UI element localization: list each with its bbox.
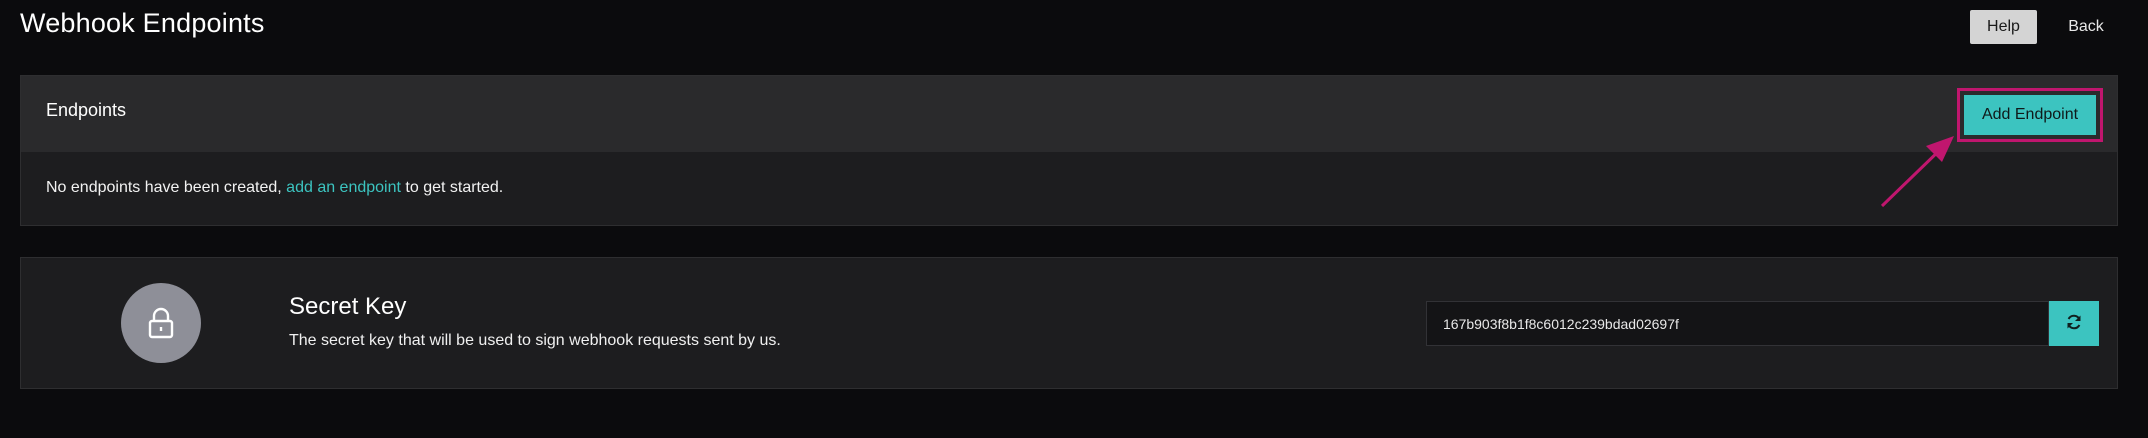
endpoints-title: Endpoints [46, 100, 127, 120]
secret-key-title: Secret Key [289, 293, 407, 320]
empty-state-suffix: to get started. [400, 179, 504, 196]
secret-key-description: The secret key that will be used to sign… [289, 332, 781, 349]
add-endpoint-link[interactable]: add an endpoint [286, 179, 401, 196]
secret-key-input[interactable] [1426, 301, 2049, 346]
refresh-key-button[interactable] [2049, 301, 2099, 346]
lock-icon [121, 283, 201, 363]
add-endpoint-button[interactable]: Add Endpoint [1964, 95, 2096, 135]
secret-key-panel: Secret Key The secret key that will be u… [20, 257, 2118, 389]
endpoints-panel: Endpoints Add Endpoint No endpoints have… [20, 75, 2118, 226]
endpoints-panel-header: Endpoints Add Endpoint [21, 76, 2117, 152]
empty-state-message: No endpoints have been created, add an e… [46, 179, 503, 197]
empty-state-prefix: No endpoints have been created, [46, 179, 287, 196]
page-title: Webhook Endpoints [20, 8, 265, 38]
help-button[interactable]: Help [1970, 10, 2037, 44]
back-button[interactable]: Back [2050, 10, 2122, 44]
webhook-endpoints-page: Webhook Endpoints Help Back Endpoints Ad… [0, 0, 2148, 438]
refresh-icon [2065, 313, 2083, 334]
